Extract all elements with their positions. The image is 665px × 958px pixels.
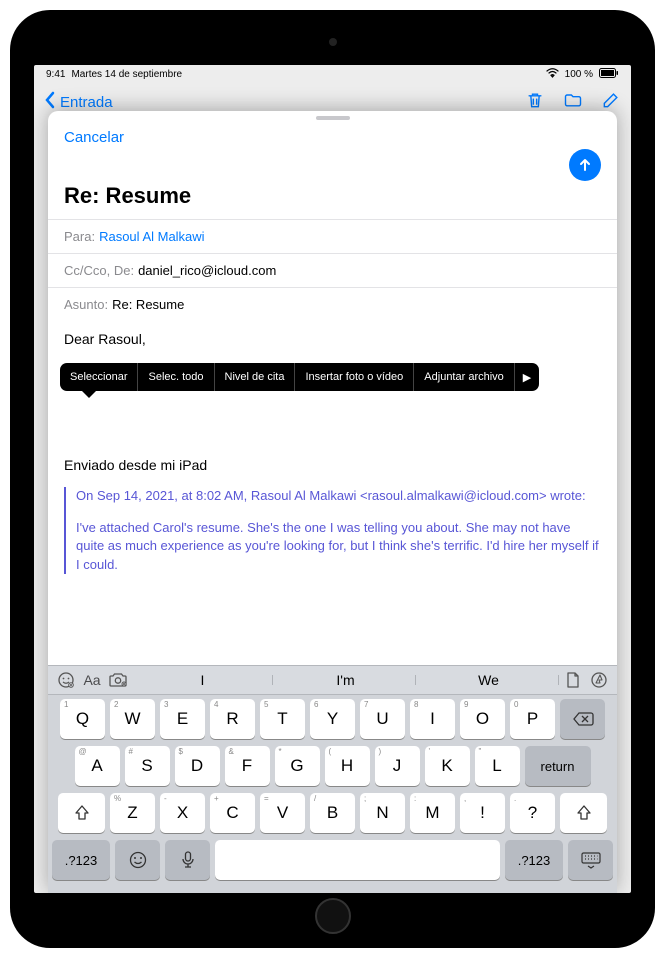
menu-attach-file[interactable]: Adjuntar archivo xyxy=(414,363,515,391)
email-body[interactable]: Dear Rasoul, Seleccionar Selec. todo Niv… xyxy=(48,321,617,665)
key-shift-left[interactable] xyxy=(58,793,105,833)
key-hide-keyboard[interactable] xyxy=(568,840,613,880)
key-dictation[interactable] xyxy=(165,840,210,880)
text-context-menu: Seleccionar Selec. todo Nivel de cita In… xyxy=(60,363,539,391)
key-y[interactable]: 6Y xyxy=(310,699,355,739)
emoji-sticker-icon[interactable] xyxy=(54,669,78,691)
status-date: Martes 14 de septiembre xyxy=(71,69,182,80)
suggestion-2[interactable]: I'm xyxy=(275,672,416,688)
menu-quote-level[interactable]: Nivel de cita xyxy=(215,363,296,391)
key-numsym-left[interactable]: .?123 xyxy=(52,840,110,880)
key-o[interactable]: 9O xyxy=(460,699,505,739)
to-label: Para: xyxy=(64,229,95,244)
quote-body: I've attached Carol's resume. She's the … xyxy=(76,519,601,574)
cc-value: daniel_rico@icloud.com xyxy=(138,263,276,278)
key-z[interactable]: %Z xyxy=(110,793,155,833)
menu-insert-photo-video[interactable]: Insertar foto o vídeo xyxy=(295,363,414,391)
subject-label: Asunto: xyxy=(64,297,108,312)
key-v[interactable]: =V xyxy=(260,793,305,833)
key-return[interactable]: return xyxy=(525,746,591,786)
key-x[interactable]: -X xyxy=(160,793,205,833)
document-scan-icon[interactable] xyxy=(561,669,585,691)
cc-label: Cc/Cco, De: xyxy=(64,263,134,278)
key-numsym-right[interactable]: .?123 xyxy=(505,840,563,880)
key-shift-right[interactable] xyxy=(560,793,607,833)
menu-more-arrow-icon[interactable]: ▶ xyxy=(515,365,539,390)
key-u[interactable]: 7U xyxy=(360,699,405,739)
key-c[interactable]: +C xyxy=(210,793,255,833)
wifi-icon xyxy=(546,68,559,81)
quote-header: On Sep 14, 2021, at 8:02 AM, Rasoul Al M… xyxy=(76,487,601,505)
key-h[interactable]: (H xyxy=(325,746,370,786)
subject-value: Re: Resume xyxy=(112,297,184,312)
cc-field[interactable]: Cc/Cco, De: daniel_rico@icloud.com xyxy=(48,253,617,287)
key-g[interactable]: *G xyxy=(275,746,320,786)
body-greeting: Dear Rasoul, xyxy=(64,331,601,347)
back-label[interactable]: Entrada xyxy=(60,94,113,111)
key-a[interactable]: @A xyxy=(75,746,120,786)
compose-sheet: Cancelar Re: Resume Para: Rasoul Al Malk… xyxy=(48,111,617,893)
key-e[interactable]: 3E xyxy=(160,699,205,739)
status-time: 9:41 xyxy=(46,69,65,80)
key-d[interactable]: $D xyxy=(175,746,220,786)
key-?[interactable]: .? xyxy=(510,793,555,833)
key-![interactable]: ,! xyxy=(460,793,505,833)
key-n[interactable]: ;N xyxy=(360,793,405,833)
key-l[interactable]: "L xyxy=(475,746,520,786)
quoted-reply: On Sep 14, 2021, at 8:02 AM, Rasoul Al M… xyxy=(64,487,601,574)
text-format-icon[interactable]: Aa xyxy=(80,669,104,691)
battery-text: 100 % xyxy=(565,69,593,80)
key-j[interactable]: )J xyxy=(375,746,420,786)
key-m[interactable]: :M xyxy=(410,793,455,833)
suggestion-1[interactable]: I xyxy=(132,672,273,688)
to-value[interactable]: Rasoul Al Malkawi xyxy=(99,229,205,244)
key-k[interactable]: 'K xyxy=(425,746,470,786)
key-backspace[interactable] xyxy=(560,699,605,739)
cancel-button[interactable]: Cancelar xyxy=(64,127,124,146)
back-chevron-icon[interactable] xyxy=(44,91,56,113)
markup-icon[interactable] xyxy=(587,669,611,691)
key-r[interactable]: 4R xyxy=(210,699,255,739)
key-p[interactable]: 0P xyxy=(510,699,555,739)
sheet-grabber[interactable] xyxy=(316,116,350,120)
to-field[interactable]: Para: Rasoul Al Malkawi xyxy=(48,219,617,253)
subject-field[interactable]: Asunto: Re: Resume xyxy=(48,287,617,321)
status-bar: 9:41 Martes 14 de septiembre 100 % xyxy=(34,65,631,84)
key-space[interactable] xyxy=(215,840,500,880)
battery-icon xyxy=(599,68,619,81)
compose-title: Re: Resume xyxy=(48,179,617,219)
menu-select[interactable]: Seleccionar xyxy=(60,363,138,391)
send-button[interactable] xyxy=(569,149,601,181)
key-b[interactable]: /B xyxy=(310,793,355,833)
menu-select-all[interactable]: Selec. todo xyxy=(138,363,214,391)
key-w[interactable]: 2W xyxy=(110,699,155,739)
key-emoji[interactable] xyxy=(115,840,160,880)
suggestion-3[interactable]: We xyxy=(418,672,559,688)
onscreen-keyboard: Aa I I'm We 1Q2W3E4R5T6Y7U8I9O0P xyxy=(48,665,617,893)
key-f[interactable]: &F xyxy=(225,746,270,786)
key-t[interactable]: 5T xyxy=(260,699,305,739)
home-button[interactable] xyxy=(315,898,351,934)
camera-scan-icon[interactable] xyxy=(106,669,130,691)
key-i[interactable]: 8I xyxy=(410,699,455,739)
signature-text: Enviado desde mi iPad xyxy=(64,457,601,473)
key-q[interactable]: 1Q xyxy=(60,699,105,739)
key-s[interactable]: #S xyxy=(125,746,170,786)
